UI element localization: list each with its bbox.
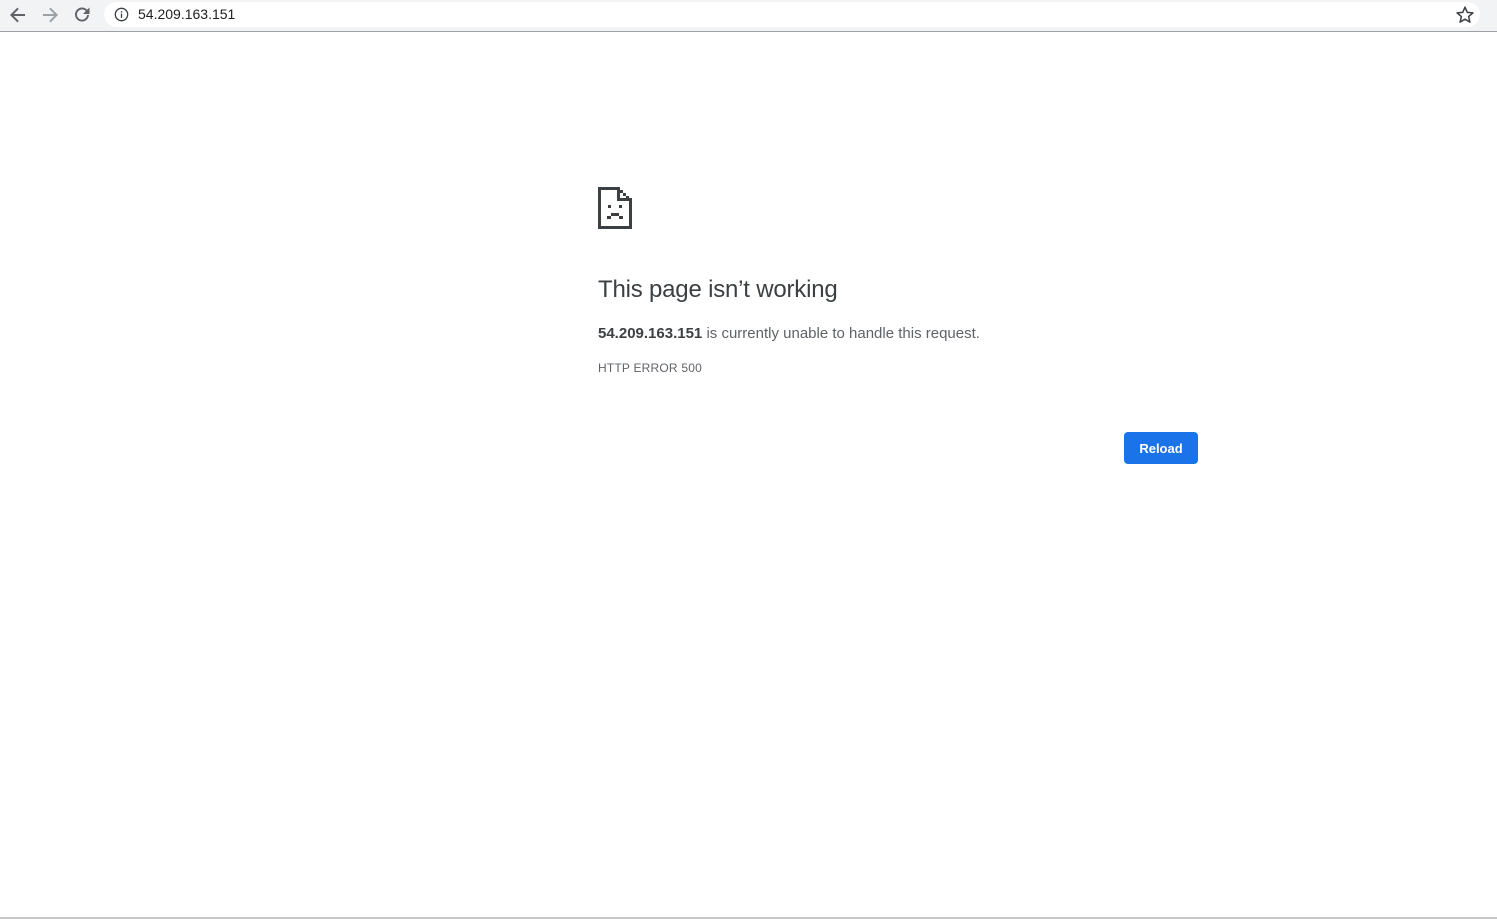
address-bar[interactable]: 54.209.163.151	[104, 2, 1480, 27]
url-text[interactable]: 54.209.163.151	[138, 6, 235, 23]
arrow-left-icon	[10, 7, 25, 23]
star-icon[interactable]	[1455, 5, 1475, 25]
sad-page-icon	[598, 187, 632, 229]
back-button[interactable]	[6, 4, 30, 26]
browser-toolbar: 54.209.163.151	[0, 0, 1497, 32]
window-bottom-border	[0, 917, 1497, 919]
info-icon[interactable]	[114, 7, 129, 22]
error-description-text: is currently unable to handle this reque…	[702, 325, 980, 342]
error-description: 54.209.163.151 is currently unable to ha…	[598, 324, 980, 344]
forward-button[interactable]	[38, 4, 62, 26]
error-title: This page isn’t working	[598, 276, 838, 303]
reload-page-button[interactable]	[70, 4, 94, 26]
reload-icon	[75, 7, 90, 22]
error-code: HTTP ERROR 500	[598, 361, 702, 375]
error-host: 54.209.163.151	[598, 325, 703, 342]
arrow-right-icon	[43, 7, 58, 23]
reload-button[interactable]: Reload	[1124, 432, 1198, 464]
